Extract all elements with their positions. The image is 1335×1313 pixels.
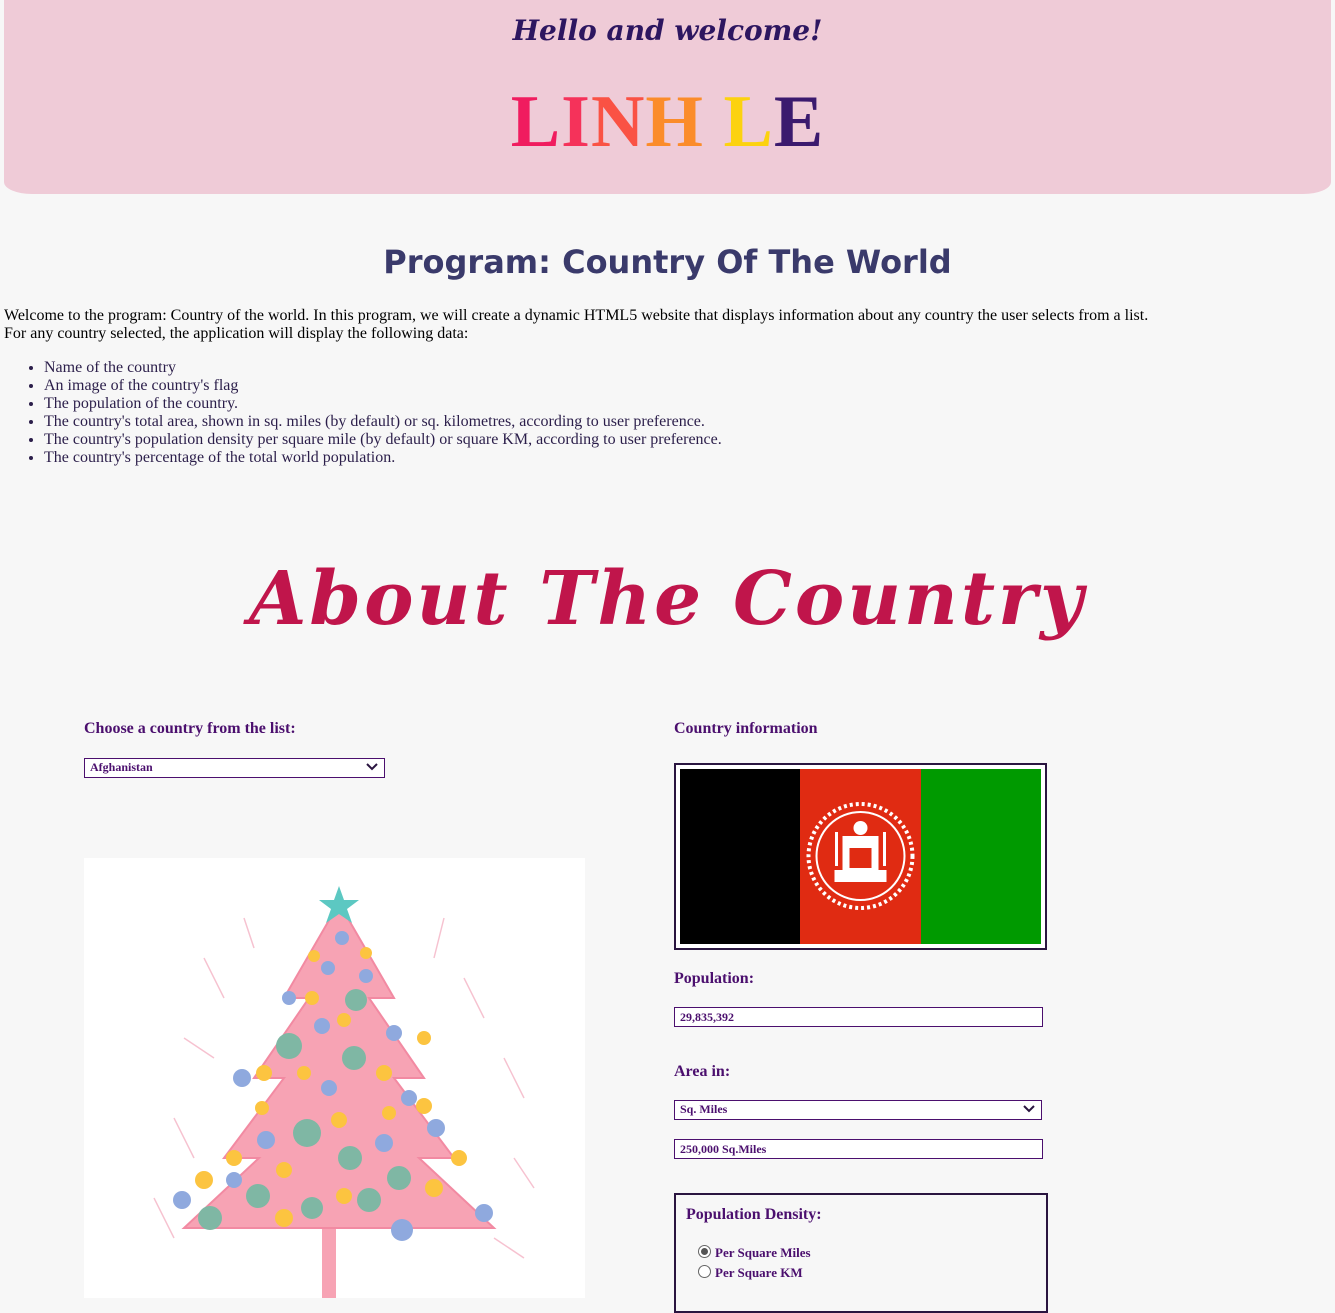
feature-list: Name of the country An image of the coun…	[44, 359, 722, 467]
intro-text: Welcome to the program: Country of the w…	[4, 307, 1324, 343]
chevron-down-icon	[366, 763, 378, 771]
country-info-label: Country information	[674, 720, 818, 737]
country-select-value: Afghanistan	[90, 760, 153, 774]
country-select[interactable]: Afghanistan	[84, 758, 385, 778]
density-option-sq-km[interactable]: Per Square KM	[698, 1265, 803, 1281]
population-field[interactable]: 29,835,392	[674, 1007, 1043, 1027]
list-item: The country's percentage of the total wo…	[44, 449, 722, 467]
christmas-tree-illustration	[84, 858, 585, 1298]
density-option-label: Per Square KM	[715, 1265, 803, 1280]
area-label: Area in:	[674, 1063, 731, 1080]
area-unit-select[interactable]: Sq. Miles	[674, 1100, 1042, 1120]
name-letter: L	[723, 81, 774, 163]
christmas-tree-icon	[153, 886, 535, 1298]
density-option-label: Per Square Miles	[715, 1245, 811, 1260]
density-label: Population Density:	[686, 1206, 822, 1223]
name-letter	[704, 80, 724, 164]
name-letter: E	[773, 81, 825, 163]
name-letter: N	[590, 81, 646, 163]
intro-line-2: For any country selected, the applicatio…	[4, 325, 469, 342]
list-item: The country's total area, shown in sq. m…	[44, 413, 722, 431]
name-letter: L	[510, 81, 562, 163]
radio-checked-icon[interactable]	[698, 1245, 711, 1258]
list-item: An image of the country's flag	[44, 377, 722, 395]
area-field[interactable]: 250,000 Sq.Miles	[674, 1139, 1043, 1159]
greeting-text: Hello and welcome!	[512, 14, 823, 47]
radio-icon[interactable]	[698, 1265, 711, 1278]
area-unit-value: Sq. Miles	[680, 1102, 728, 1116]
program-title: Program: Country Of The World	[383, 243, 952, 281]
header-banner: Hello and welcome! LINH LE	[4, 0, 1331, 194]
country-select-label: Choose a country from the list:	[84, 720, 296, 737]
name-letter: I	[561, 81, 591, 163]
chevron-down-icon	[1023, 1105, 1035, 1113]
density-option-sq-miles[interactable]: Per Square Miles	[698, 1245, 811, 1261]
site-name: LINH LE	[4, 80, 1331, 164]
list-item: Name of the country	[44, 359, 722, 377]
name-letter: H	[645, 81, 704, 163]
population-label: Population:	[674, 970, 755, 987]
population-density-panel: Population Density: Per Square Miles Per…	[674, 1193, 1048, 1313]
flag-frame	[674, 763, 1047, 950]
intro-line-1: Welcome to the program: Country of the w…	[4, 307, 1149, 324]
list-item: The country's population density per squ…	[44, 431, 722, 449]
about-title: About The Country	[249, 556, 1086, 642]
afghanistan-flag-icon	[680, 769, 1041, 944]
list-item: The population of the country.	[44, 395, 722, 413]
